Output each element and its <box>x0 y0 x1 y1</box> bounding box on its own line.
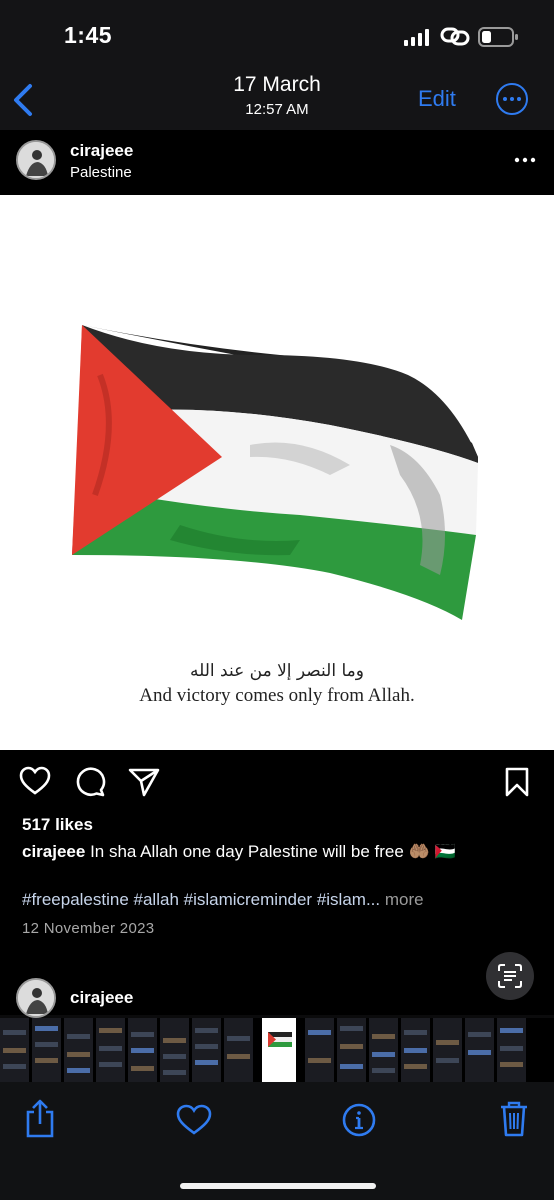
personal-hotspot-icon <box>440 27 470 46</box>
filmstrip-thumbnail[interactable] <box>497 1018 526 1082</box>
filmstrip-thumbnail[interactable] <box>96 1018 125 1082</box>
filmstrip-thumbnail[interactable] <box>32 1018 61 1082</box>
filmstrip-thumbnail[interactable] <box>337 1018 366 1082</box>
filmstrip-thumbnail[interactable] <box>369 1018 398 1082</box>
post-date: 12 November 2023 <box>22 920 155 937</box>
filmstrip-thumbnail-selected[interactable] <box>262 1018 296 1082</box>
post-image[interactable]: وما النصر إلا من عند الله And victory co… <box>0 195 554 750</box>
avatar[interactable] <box>16 140 56 180</box>
filmstrip-thumbnail[interactable] <box>465 1018 494 1082</box>
caption-emoji: 🤲🏽 🇵🇸 <box>408 842 456 861</box>
comment-icon[interactable] <box>74 766 106 798</box>
filmstrip-thumbnail[interactable] <box>128 1018 157 1082</box>
caption-text: In sha Allah one day Palestine will be f… <box>90 842 404 861</box>
next-post-username[interactable]: cirajeee <box>70 988 133 1008</box>
avatar-person-icon <box>18 142 54 178</box>
post-hashtags[interactable]: #freepalestine #allah #islamicreminder #… <box>22 890 424 910</box>
post-location[interactable]: Palestine <box>70 164 132 181</box>
likes-count[interactable]: 517 likes <box>22 815 93 835</box>
image-arabic-text: وما النصر إلا من عند الله <box>190 661 364 681</box>
header-date: 17 March <box>233 73 321 96</box>
post-header <box>0 130 554 195</box>
filmstrip-thumbnail[interactable] <box>401 1018 430 1082</box>
hashtags-text[interactable]: #freepalestine #allah #islamicreminder #… <box>22 890 380 909</box>
live-text-scan-button[interactable] <box>486 952 534 1000</box>
trash-icon[interactable] <box>499 1100 529 1138</box>
like-heart-icon[interactable] <box>19 766 51 796</box>
favorite-heart-icon[interactable] <box>176 1104 212 1136</box>
more-link[interactable]: more <box>385 890 424 909</box>
share-icon[interactable] <box>24 1098 56 1138</box>
filmstrip-thumbnail[interactable] <box>433 1018 462 1082</box>
filmstrip-thumbnail[interactable] <box>160 1018 189 1082</box>
post-username[interactable]: cirajeee <box>70 141 133 161</box>
post-caption: cirajeee In sha Allah one day Palestine … <box>22 842 542 862</box>
filmstrip-thumbnail[interactable] <box>64 1018 93 1082</box>
save-bookmark-icon[interactable] <box>504 767 530 797</box>
post-menu-icon[interactable] <box>513 150 537 170</box>
share-send-icon[interactable] <box>128 767 160 797</box>
filmstrip-thumbnail[interactable] <box>192 1018 221 1082</box>
cellular-signal-icon <box>404 29 429 46</box>
battery-icon <box>478 27 518 47</box>
photo-filmstrip[interactable] <box>0 1018 554 1082</box>
home-indicator[interactable] <box>180 1183 376 1189</box>
filmstrip-thumbnail[interactable] <box>305 1018 334 1082</box>
header-time: 12:57 AM <box>245 101 309 118</box>
flag-thumbnail-icon <box>268 1032 292 1047</box>
caption-username[interactable]: cirajeee <box>22 842 85 861</box>
info-icon[interactable] <box>342 1103 376 1137</box>
text-scan-icon <box>498 964 522 988</box>
image-caption-text: And victory comes only from Allah. <box>139 685 415 706</box>
avatar[interactable] <box>16 978 56 1018</box>
filmstrip-thumbnail[interactable] <box>0 1018 29 1082</box>
edit-button[interactable]: Edit <box>418 86 456 112</box>
avatar-person-icon <box>18 980 54 1016</box>
filmstrip-thumbnail[interactable] <box>224 1018 253 1082</box>
status-time: 1:45 <box>64 22 113 48</box>
more-options-icon[interactable] <box>496 83 528 115</box>
